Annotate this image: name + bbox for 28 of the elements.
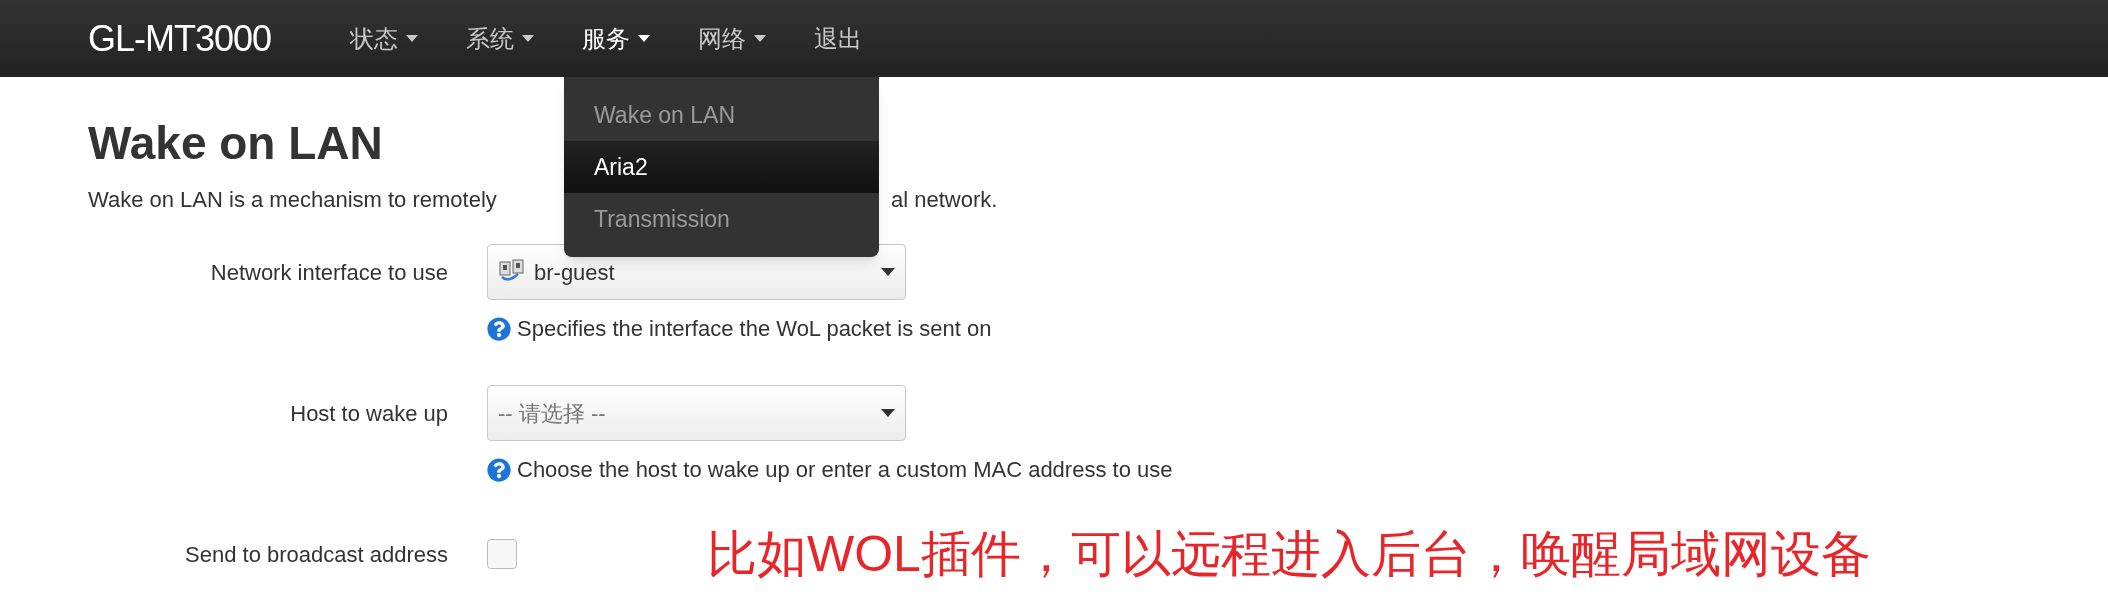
checkbox[interactable]	[487, 539, 517, 569]
description-text: Wake on LAN is a mechanism to remotely	[88, 187, 497, 212]
nav-menu[interactable]: 服务	[558, 0, 674, 77]
nav-menu[interactable]: 网络	[674, 0, 790, 77]
help-icon	[487, 316, 511, 341]
field-label: Send to broadcast address	[185, 540, 448, 569]
caret-icon	[638, 35, 650, 42]
dropdown-item[interactable]: Transmission	[564, 193, 879, 245]
select-field[interactable]: -- 请选择 --	[487, 385, 906, 441]
help-text: Specifies the interface the WoL packet is sent on	[517, 315, 992, 343]
dropdown-item[interactable]: Wake on LAN	[564, 89, 879, 141]
annotation-text: 比如WOL插件，可以远程进入后台，唤醒局域网设备	[707, 529, 1871, 579]
brand-logo[interactable]: GL-MT3000	[88, 17, 272, 59]
nav-menu[interactable]: 状态	[326, 0, 442, 77]
page-title: Wake on LAN	[88, 117, 383, 169]
help-icon	[487, 457, 511, 482]
description-text: al network.	[891, 186, 998, 214]
nav-menu[interactable]: 退出	[790, 0, 886, 77]
caret-icon	[881, 268, 895, 276]
caret-icon	[406, 35, 418, 42]
help-text: Choose the host to wake up or enter a custom MAC address to use	[517, 456, 1173, 484]
caret-icon	[754, 35, 766, 42]
caret-icon	[881, 409, 895, 417]
caret-icon	[522, 35, 534, 42]
field-label: Network interface to use	[210, 258, 448, 287]
nav-menu[interactable]: 系统	[442, 0, 558, 77]
dropdown-item[interactable]: Aria2	[564, 141, 879, 193]
field-label: Host to wake up	[290, 399, 448, 428]
